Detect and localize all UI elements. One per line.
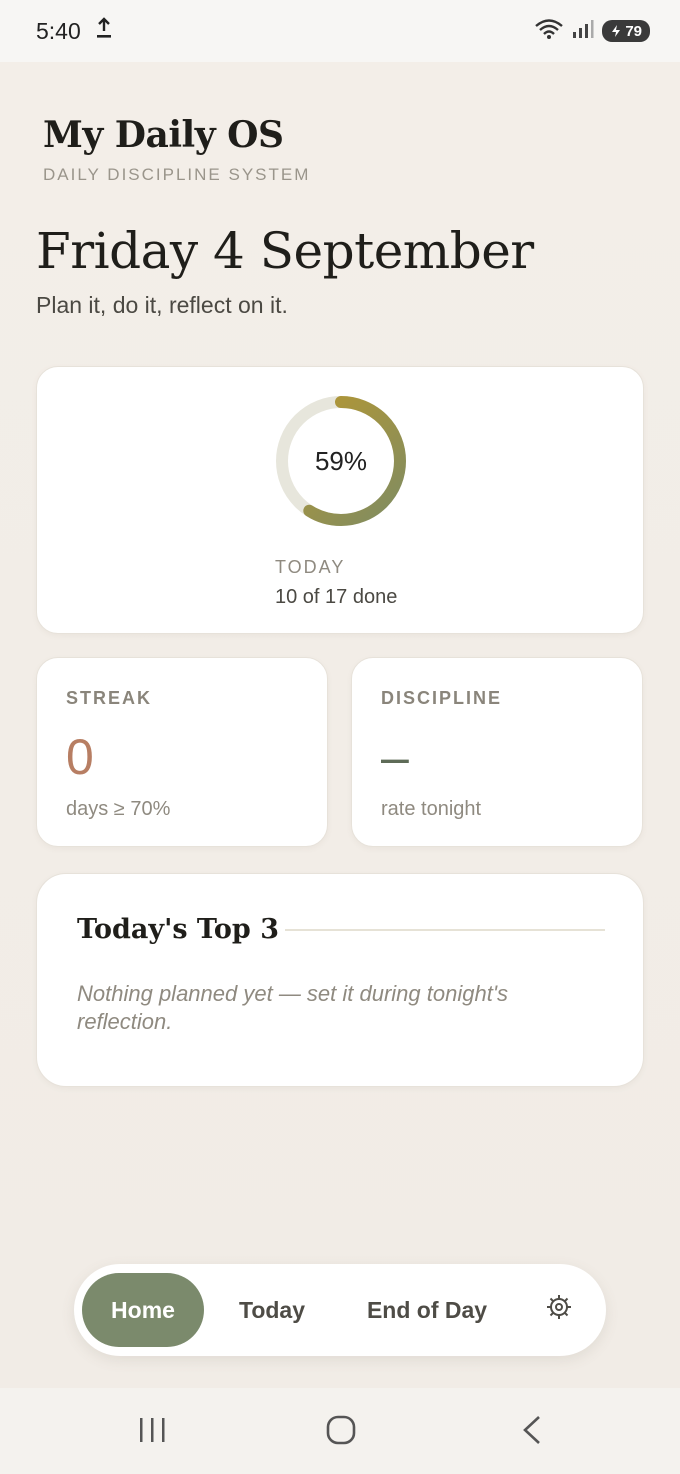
- status-bar: 5:40 79: [0, 0, 680, 62]
- top-three-card[interactable]: Today's Top 3 Nothing planned yet — set …: [36, 873, 644, 1087]
- status-time: 5:40: [36, 17, 81, 44]
- date-heading: Friday 4 September: [36, 222, 534, 280]
- nav-end-of-day-tab[interactable]: End of Day: [356, 1273, 498, 1347]
- app-title: My Daily OS: [43, 114, 284, 156]
- progress-percent: 59%: [314, 445, 368, 476]
- wifi-icon: [534, 18, 564, 45]
- today-label: TODAY: [275, 557, 346, 577]
- streak-label: STREAK: [66, 688, 153, 708]
- battery-level: 79: [625, 22, 642, 40]
- today-count: 10 of 17 done: [275, 586, 398, 608]
- top-three-divider: [285, 929, 605, 931]
- nav-home-tab[interactable]: Home: [82, 1273, 204, 1347]
- streak-value: 0: [66, 729, 94, 785]
- today-progress-card[interactable]: 59% TODAY 10 of 17 done: [36, 366, 644, 634]
- gear-icon: [546, 1294, 572, 1326]
- app-screen: My Daily OS DAILY DISCIPLINE SYSTEM Frid…: [0, 62, 680, 1388]
- top-three-empty-state: Nothing planned yet — set it during toni…: [77, 981, 509, 1034]
- streak-sub: days ≥ 70%: [66, 798, 171, 820]
- discipline-card[interactable]: DISCIPLINE – rate tonight: [351, 657, 643, 847]
- discipline-value: –: [381, 729, 409, 785]
- streak-card[interactable]: STREAK 0 days ≥ 70%: [36, 657, 328, 847]
- back-icon[interactable]: [520, 1414, 544, 1451]
- progress-ring: 59%: [275, 395, 407, 527]
- app-subtitle: DAILY DISCIPLINE SYSTEM: [43, 165, 311, 184]
- system-nav-bar: [0, 1388, 680, 1474]
- tagline: Plan it, do it, reflect on it.: [36, 292, 288, 318]
- battery-icon: 79: [602, 20, 650, 42]
- recents-icon[interactable]: [138, 1414, 168, 1451]
- nav-today-tab[interactable]: Today: [224, 1273, 320, 1347]
- nav-settings-button[interactable]: [534, 1273, 584, 1347]
- home-circle-icon[interactable]: [325, 1414, 357, 1451]
- bottom-nav: Home Today End of Day: [74, 1264, 606, 1356]
- signal-icon: [572, 18, 594, 45]
- discipline-sub: rate tonight: [381, 798, 482, 820]
- top-three-title: Today's Top 3: [77, 914, 279, 945]
- upload-icon: [95, 17, 113, 45]
- discipline-label: DISCIPLINE: [381, 688, 503, 708]
